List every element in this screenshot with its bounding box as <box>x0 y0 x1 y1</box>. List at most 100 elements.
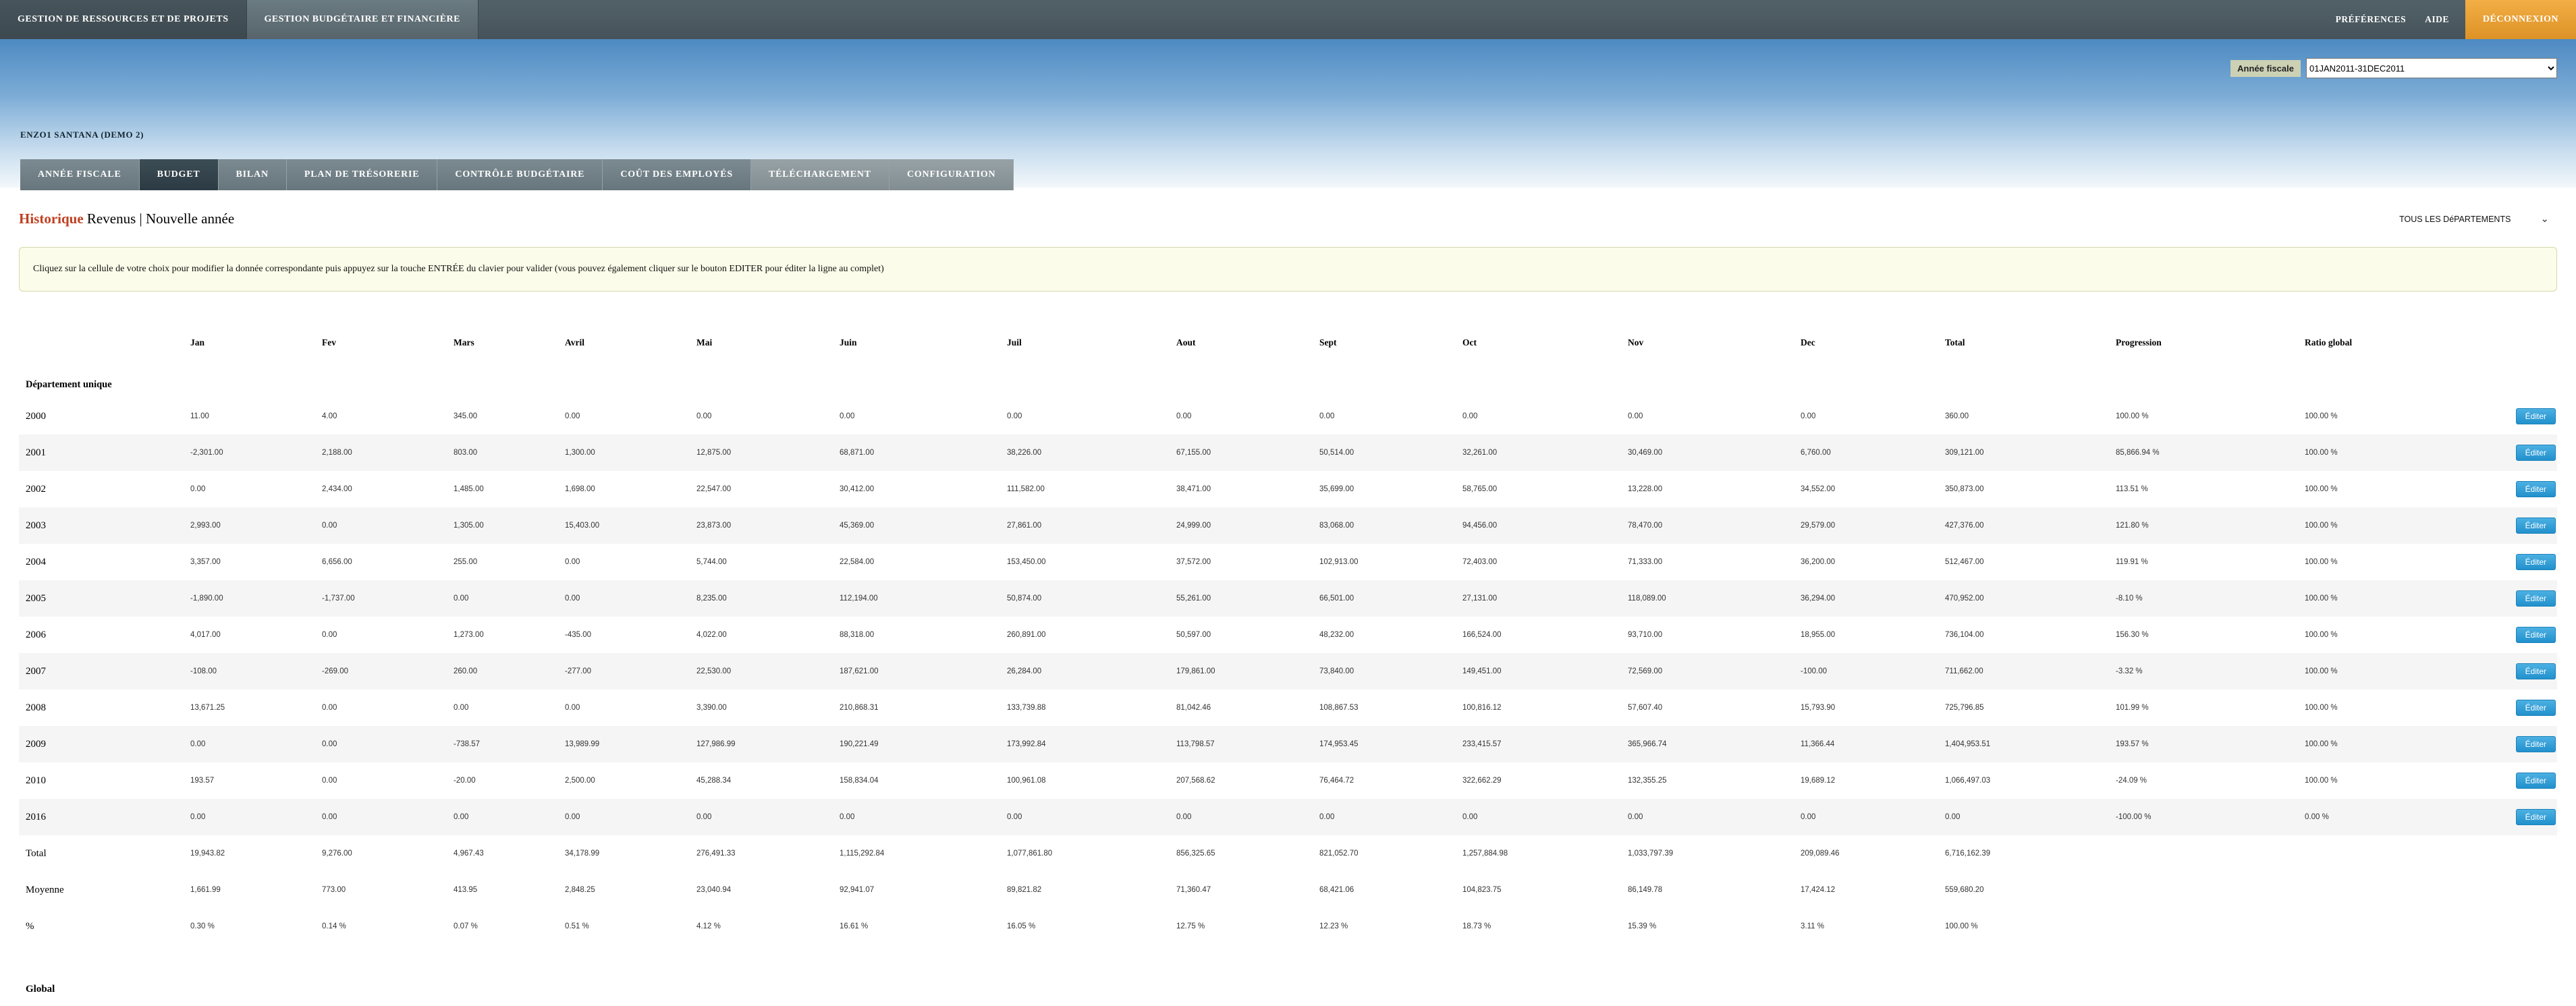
table-cell[interactable]: 0.00 <box>1462 412 1628 420</box>
table-cell[interactable]: -24.09 % <box>2116 777 2305 785</box>
logout-button[interactable]: DÉCONNEXION <box>2465 0 2576 39</box>
table-cell[interactable]: 83,068.00 <box>1319 522 1462 530</box>
department-filter[interactable]: TOUS LES DéPARTEMENTS ⌄ <box>2399 215 2549 224</box>
table-cell[interactable]: 18,955.00 <box>1801 631 1945 639</box>
table-cell[interactable]: 233,415.57 <box>1462 740 1628 748</box>
table-cell[interactable]: 36,200.00 <box>1801 558 1945 566</box>
table-cell[interactable]: -1,890.00 <box>190 594 322 603</box>
table-cell[interactable]: 68,871.00 <box>840 449 1007 457</box>
table-cell[interactable]: 0.00 <box>1176 813 1319 821</box>
table-cell[interactable]: 260.00 <box>454 667 565 675</box>
module-tab-co-t-des-employ-s[interactable]: COÛT DES EMPLOYÉS <box>603 159 751 190</box>
table-cell[interactable]: 100.00 % <box>2116 412 2305 420</box>
table-cell[interactable]: 55,261.00 <box>1176 594 1319 603</box>
edit-row-button[interactable]: Éditer <box>2516 736 2556 752</box>
table-cell[interactable]: 158,834.04 <box>840 777 1007 785</box>
module-tab-budget[interactable]: BUDGET <box>140 159 219 190</box>
table-cell[interactable]: 81,042.46 <box>1176 704 1319 712</box>
help-link[interactable]: AIDE <box>2415 0 2459 39</box>
table-cell[interactable]: 0.00 <box>840 813 1007 821</box>
edit-row-button[interactable]: Éditer <box>2516 408 2556 424</box>
table-cell[interactable]: 23,873.00 <box>696 522 840 530</box>
table-cell[interactable]: 470,952.00 <box>1945 594 2116 603</box>
table-cell[interactable]: 22,547.00 <box>696 485 840 493</box>
table-cell[interactable]: 0.00 <box>565 704 696 712</box>
table-cell[interactable]: 57,607.40 <box>1628 704 1801 712</box>
table-cell[interactable]: 0.00 <box>322 777 454 785</box>
table-cell[interactable]: 6,656.00 <box>322 558 454 566</box>
table-cell[interactable]: 0.00 <box>322 740 454 748</box>
table-cell[interactable]: 174,953.45 <box>1319 740 1462 748</box>
table-cell[interactable]: 1,066,497.03 <box>1945 777 2116 785</box>
edit-row-button[interactable]: Éditer <box>2516 700 2556 716</box>
table-cell[interactable]: 22,584.00 <box>840 558 1007 566</box>
table-cell[interactable]: 111,582.00 <box>1007 485 1176 493</box>
table-cell[interactable]: 45,369.00 <box>840 522 1007 530</box>
table-cell[interactable]: 711,662.00 <box>1945 667 2116 675</box>
table-cell[interactable]: 13,671.25 <box>190 704 322 712</box>
table-cell[interactable]: 2,500.00 <box>565 777 696 785</box>
table-cell[interactable]: 0.00 <box>565 594 696 603</box>
table-cell[interactable]: 345.00 <box>454 412 565 420</box>
table-cell[interactable]: 50,514.00 <box>1319 449 1462 457</box>
table-cell[interactable]: 113.51 % <box>2116 485 2305 493</box>
table-cell[interactable]: 365,966.74 <box>1628 740 1801 748</box>
table-cell[interactable]: 30,412.00 <box>840 485 1007 493</box>
table-cell[interactable]: 38,471.00 <box>1176 485 1319 493</box>
table-cell[interactable]: 0.00 <box>696 412 840 420</box>
table-cell[interactable]: 88,318.00 <box>840 631 1007 639</box>
table-cell[interactable]: 26,284.00 <box>1007 667 1176 675</box>
table-cell[interactable]: 0.00 <box>454 594 565 603</box>
table-cell[interactable]: 6,760.00 <box>1801 449 1945 457</box>
table-cell[interactable]: 85,866.94 % <box>2116 449 2305 457</box>
table-cell[interactable]: -100.00 <box>1801 667 1945 675</box>
table-cell[interactable]: 38,226.00 <box>1007 449 1176 457</box>
table-cell[interactable]: 32,261.00 <box>1462 449 1628 457</box>
table-cell[interactable]: 360.00 <box>1945 412 2116 420</box>
edit-row-button[interactable]: Éditer <box>2516 445 2556 461</box>
table-cell[interactable]: 1,300.00 <box>565 449 696 457</box>
table-cell[interactable]: 5,744.00 <box>696 558 840 566</box>
table-cell[interactable]: -1,737.00 <box>322 594 454 603</box>
table-cell[interactable]: 11.00 <box>190 412 322 420</box>
table-cell[interactable]: 27,131.00 <box>1462 594 1628 603</box>
table-cell[interactable]: 0.00 <box>322 704 454 712</box>
table-cell[interactable]: 66,501.00 <box>1319 594 1462 603</box>
table-cell[interactable]: 34,552.00 <box>1801 485 1945 493</box>
table-cell[interactable]: 27,861.00 <box>1007 522 1176 530</box>
table-cell[interactable]: -8.10 % <box>2116 594 2305 603</box>
edit-row-button[interactable]: Éditer <box>2516 554 2556 570</box>
table-cell[interactable]: 101.99 % <box>2116 704 2305 712</box>
table-cell[interactable]: 309,121.00 <box>1945 449 2116 457</box>
table-cell[interactable]: 149,451.00 <box>1462 667 1628 675</box>
edit-row-button[interactable]: Éditer <box>2516 481 2556 497</box>
edit-row-button[interactable]: Éditer <box>2516 773 2556 789</box>
table-cell[interactable]: -20.00 <box>454 777 565 785</box>
table-cell[interactable]: 48,232.00 <box>1319 631 1462 639</box>
table-cell[interactable]: -277.00 <box>565 667 696 675</box>
fiscal-year-select[interactable]: 01JAN2011-31DEC2011 <box>2306 58 2557 78</box>
table-cell[interactable]: 4,022.00 <box>696 631 840 639</box>
table-cell[interactable]: 0.00 <box>1462 813 1628 821</box>
table-cell[interactable]: 0.00 <box>1801 412 1945 420</box>
table-cell[interactable]: 100.00 % <box>2305 704 2497 712</box>
preferences-link[interactable]: PRÉFÉRENCES <box>2326 0 2416 39</box>
table-cell[interactable]: 19,689.12 <box>1801 777 1945 785</box>
table-cell[interactable]: 112,194.00 <box>840 594 1007 603</box>
table-cell[interactable]: 512,467.00 <box>1945 558 2116 566</box>
table-cell[interactable]: -435.00 <box>565 631 696 639</box>
table-cell[interactable]: 1,698.00 <box>565 485 696 493</box>
table-cell[interactable]: 24,999.00 <box>1176 522 1319 530</box>
table-cell[interactable]: 0.00 <box>1801 813 1945 821</box>
table-cell[interactable]: 100.00 % <box>2305 594 2497 603</box>
table-cell[interactable]: 127,986.99 <box>696 740 840 748</box>
table-cell[interactable]: 30,469.00 <box>1628 449 1801 457</box>
table-cell[interactable]: 15,793.90 <box>1801 704 1945 712</box>
table-cell[interactable]: 179,861.00 <box>1176 667 1319 675</box>
table-cell[interactable]: 8,235.00 <box>696 594 840 603</box>
table-cell[interactable]: 0.00 <box>454 704 565 712</box>
table-cell[interactable]: 0.00 <box>1007 412 1176 420</box>
table-cell[interactable]: 113,798.57 <box>1176 740 1319 748</box>
table-cell[interactable]: 0.00 <box>454 813 565 821</box>
table-cell[interactable]: 94,456.00 <box>1462 522 1628 530</box>
